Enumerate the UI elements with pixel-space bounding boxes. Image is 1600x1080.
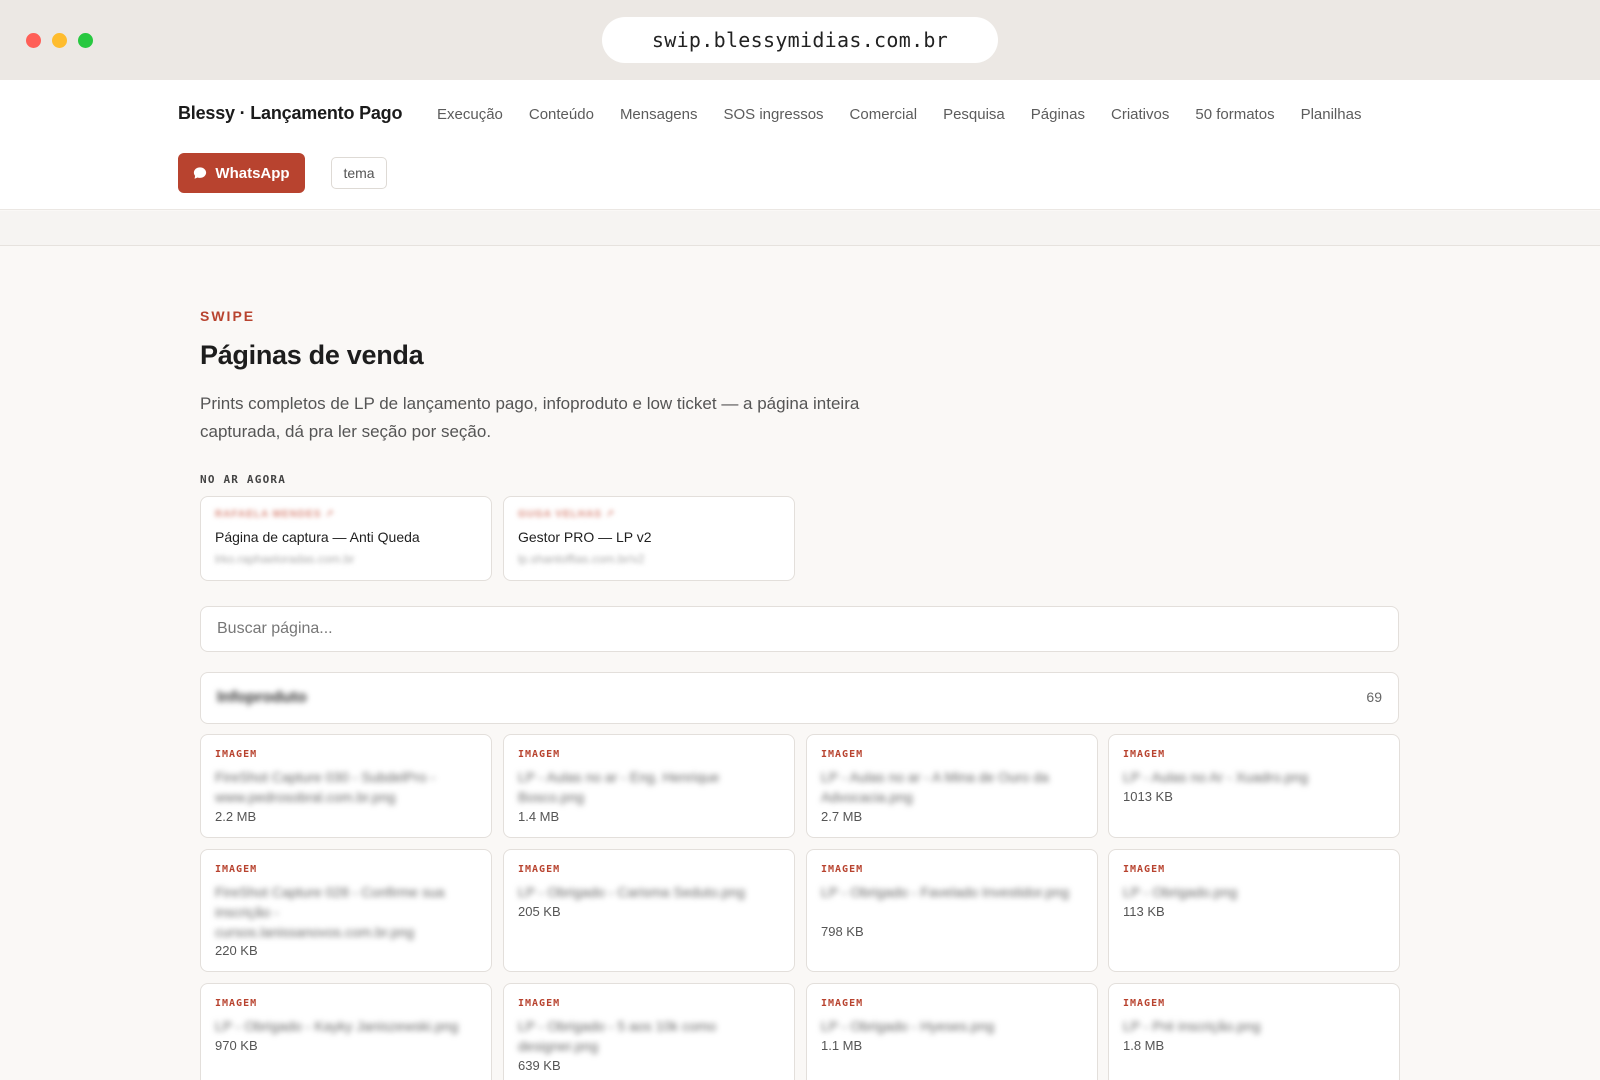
file-name: LP - Aulas no Ar - Xuadro.png — [1123, 769, 1308, 785]
theme-toggle-button[interactable]: tema — [331, 157, 387, 189]
live-card[interactable]: GUGA VELHAS ↗ Gestor PRO — LP v2 lp.shan… — [503, 496, 795, 581]
nav-item-paginas[interactable]: Páginas — [1031, 106, 1085, 123]
file-size: 1.1 MB — [821, 1038, 863, 1053]
main-nav: Execução Conteúdo Mensagens SOS ingresso… — [437, 106, 1387, 123]
live-card-tag: RAFAELA MENDES ↗ — [215, 509, 335, 520]
file-type-label: IMAGEM — [518, 864, 561, 875]
whatsapp-button[interactable]: WhatsApp — [178, 153, 305, 193]
file-name: LP - Obrigado - 5 aos 10k como designer.… — [518, 1018, 717, 1054]
file-type-label: IMAGEM — [1123, 749, 1166, 760]
file-card[interactable]: IMAGEM LP - Obrigado - Favelado Investid… — [806, 849, 1098, 972]
nav-item-50-formatos[interactable]: 50 formatos — [1195, 106, 1274, 123]
file-size: 639 KB — [518, 1058, 561, 1073]
file-type-label: IMAGEM — [215, 998, 258, 1009]
browser-chrome: swip.blessymidias.com.br — [0, 0, 1600, 80]
file-card[interactable]: IMAGEM FireShot Capture 028 - Confirme s… — [200, 849, 492, 972]
file-name: LP - Aulas no ar - A Mina de Ouro da Adv… — [821, 769, 1049, 805]
chat-bubble-icon — [194, 167, 207, 179]
file-size: 970 KB — [215, 1038, 258, 1053]
file-size: 113 KB — [1123, 904, 1165, 919]
file-type-label: IMAGEM — [215, 749, 258, 760]
file-size: 798 KB — [821, 924, 864, 939]
category-count: 69 — [1366, 689, 1382, 705]
nav-item-sos-ingressos[interactable]: SOS ingressos — [724, 106, 824, 123]
category-name: Infoproduto — [217, 689, 307, 706]
page-title: Páginas de venda — [200, 340, 424, 370]
file-name: LP - Obrigado - Carisma Seduto.png — [518, 884, 745, 900]
file-card[interactable]: IMAGEM LP - Pré inscrição.png 1.8 MB — [1108, 983, 1400, 1080]
maximize-window-icon[interactable] — [78, 33, 93, 48]
file-card[interactable]: IMAGEM LP - Aulas no Ar - Xuadro.png 101… — [1108, 734, 1400, 838]
file-name: LP - Obrigado - Hyeses.png — [821, 1018, 995, 1034]
file-type-label: IMAGEM — [518, 998, 561, 1009]
section-eyebrow: SWIPE — [200, 308, 256, 324]
file-name: LP - Obrigado.png — [1123, 884, 1238, 900]
file-size: 1.4 MB — [518, 809, 560, 824]
file-card[interactable]: IMAGEM LP - Aulas no ar - A Mina de Ouro… — [806, 734, 1098, 838]
file-size: 205 KB — [518, 904, 561, 919]
file-type-label: IMAGEM — [821, 864, 864, 875]
file-name: FireShot Capture 028 - Confirme sua insc… — [215, 884, 445, 940]
file-name: LP - Pré inscrição.png — [1123, 1018, 1261, 1034]
live-section-label: NO AR AGORA — [200, 473, 287, 486]
file-name: LP - Obrigado - Favelado Investidor.png — [821, 884, 1070, 900]
nav-item-mensagens[interactable]: Mensagens — [620, 106, 698, 123]
file-name: FireShot Capture 030 - SubdelPro - www.p… — [215, 769, 436, 805]
file-card[interactable]: IMAGEM LP - Obrigado.png 113 KB — [1108, 849, 1400, 972]
nav-item-comercial[interactable]: Comercial — [850, 106, 918, 123]
file-card[interactable]: IMAGEM LP - Obrigado - Kayky Janiszewski… — [200, 983, 492, 1080]
file-name: LP - Obrigado - Kayky Janiszewski.png — [215, 1018, 459, 1034]
brand-title[interactable]: Blessy · Lançamento Pago — [178, 103, 402, 124]
search-input[interactable] — [200, 606, 1399, 652]
nav-item-execucao[interactable]: Execução — [437, 106, 503, 123]
close-window-icon[interactable] — [26, 33, 41, 48]
sub-toolbar — [0, 211, 1600, 246]
live-card-url[interactable]: lp.shantoffias.com.br/v2 — [518, 552, 645, 566]
file-name: LP - Aulas no ar - Eng. Henrique Bosco.p… — [518, 769, 720, 805]
nav-item-planilhas[interactable]: Planilhas — [1301, 106, 1362, 123]
file-type-label: IMAGEM — [821, 998, 864, 1009]
live-card-name: Gestor PRO — LP v2 — [518, 529, 652, 545]
file-card[interactable]: IMAGEM LP - Aulas no ar - Eng. Henrique … — [503, 734, 795, 838]
nav-item-pesquisa[interactable]: Pesquisa — [943, 106, 1005, 123]
whatsapp-label: WhatsApp — [215, 164, 290, 182]
file-type-label: IMAGEM — [215, 864, 258, 875]
live-card-name: Página de captura — Anti Queda — [215, 529, 420, 545]
address-bar[interactable]: swip.blessymidias.com.br — [602, 17, 998, 63]
file-size: 1.8 MB — [1123, 1038, 1165, 1053]
nav-item-conteudo[interactable]: Conteúdo — [529, 106, 594, 123]
file-size: 2.7 MB — [821, 809, 863, 824]
page-description: Prints completos de LP de lançamento pag… — [200, 394, 860, 441]
file-card[interactable]: IMAGEM FireShot Capture 030 - SubdelPro … — [200, 734, 492, 838]
live-card-tag: GUGA VELHAS ↗ — [518, 509, 616, 520]
file-type-label: IMAGEM — [821, 749, 864, 760]
file-type-label: IMAGEM — [1123, 998, 1166, 1009]
category-group-header[interactable]: Infoproduto 69 — [200, 672, 1399, 724]
file-type-label: IMAGEM — [1123, 864, 1166, 875]
file-type-label: IMAGEM — [518, 749, 561, 760]
live-card[interactable]: RAFAELA MENDES ↗ Página de captura — Ant… — [200, 496, 492, 581]
file-size: 220 KB — [215, 943, 258, 958]
minimize-window-icon[interactable] — [52, 33, 67, 48]
file-size: 2.2 MB — [215, 809, 257, 824]
file-card[interactable]: IMAGEM LP - Obrigado - 5 aos 10k como de… — [503, 983, 795, 1080]
file-card[interactable]: IMAGEM LP - Obrigado - Hyeses.png 1.1 MB — [806, 983, 1098, 1080]
file-size: 1013 KB — [1123, 789, 1173, 804]
live-card-url[interactable]: lrko.raphaeloradas.com.br — [215, 552, 354, 566]
nav-item-criativos[interactable]: Criativos — [1111, 106, 1169, 123]
file-card[interactable]: IMAGEM LP - Obrigado - Carisma Seduto.pn… — [503, 849, 795, 972]
